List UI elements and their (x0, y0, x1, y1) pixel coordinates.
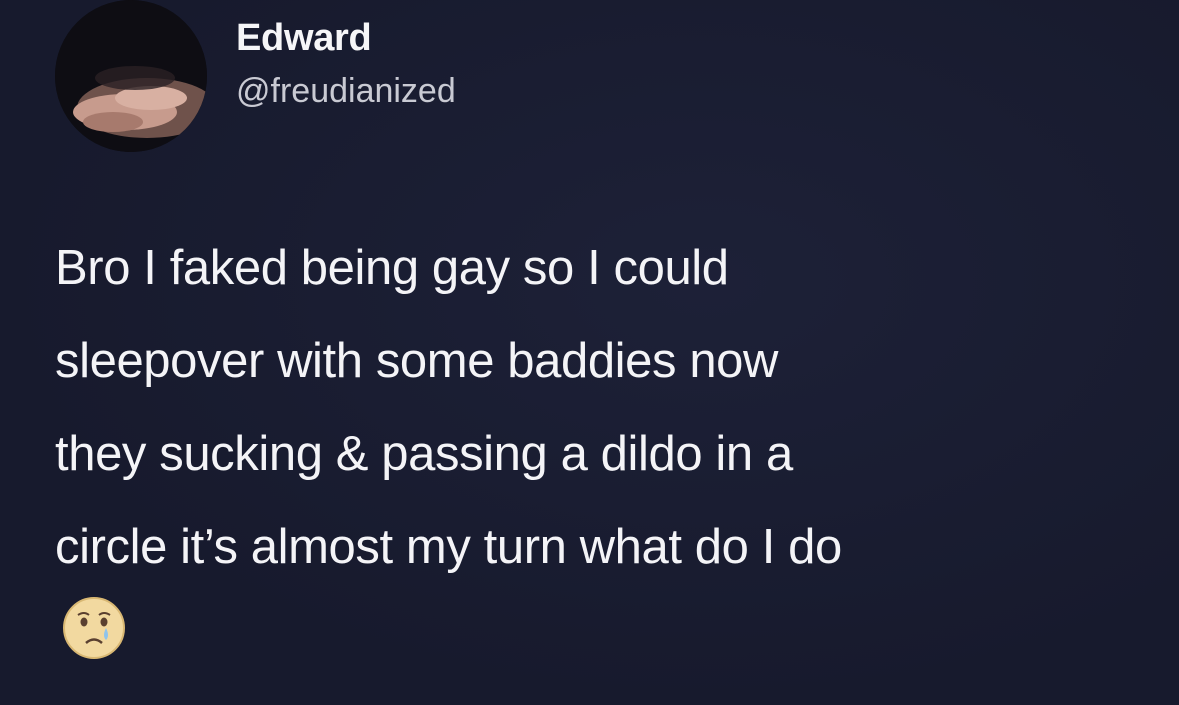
tweet-screenshot: Edward @freudianized Bro I faked being g… (0, 0, 1179, 705)
crying-face-emoji-icon (62, 596, 126, 660)
display-name[interactable]: Edward (236, 14, 456, 62)
tweet-text-line: Bro I faked being gay so I could (55, 241, 729, 295)
tweet-text: Bro I faked being gay so I could sleepov… (55, 222, 1135, 594)
user-handle[interactable]: @freudianized (236, 68, 456, 114)
tweet-text-line: sleepover with some baddies now (55, 334, 779, 388)
tweet-text-line: circle it’s almost my turn what do I do (55, 520, 842, 574)
avatar-image (55, 0, 207, 152)
avatar[interactable] (55, 0, 207, 152)
tweet-text-line: they sucking & passing a dildo in a (55, 427, 793, 481)
tweet-author: Edward @freudianized (236, 14, 456, 114)
